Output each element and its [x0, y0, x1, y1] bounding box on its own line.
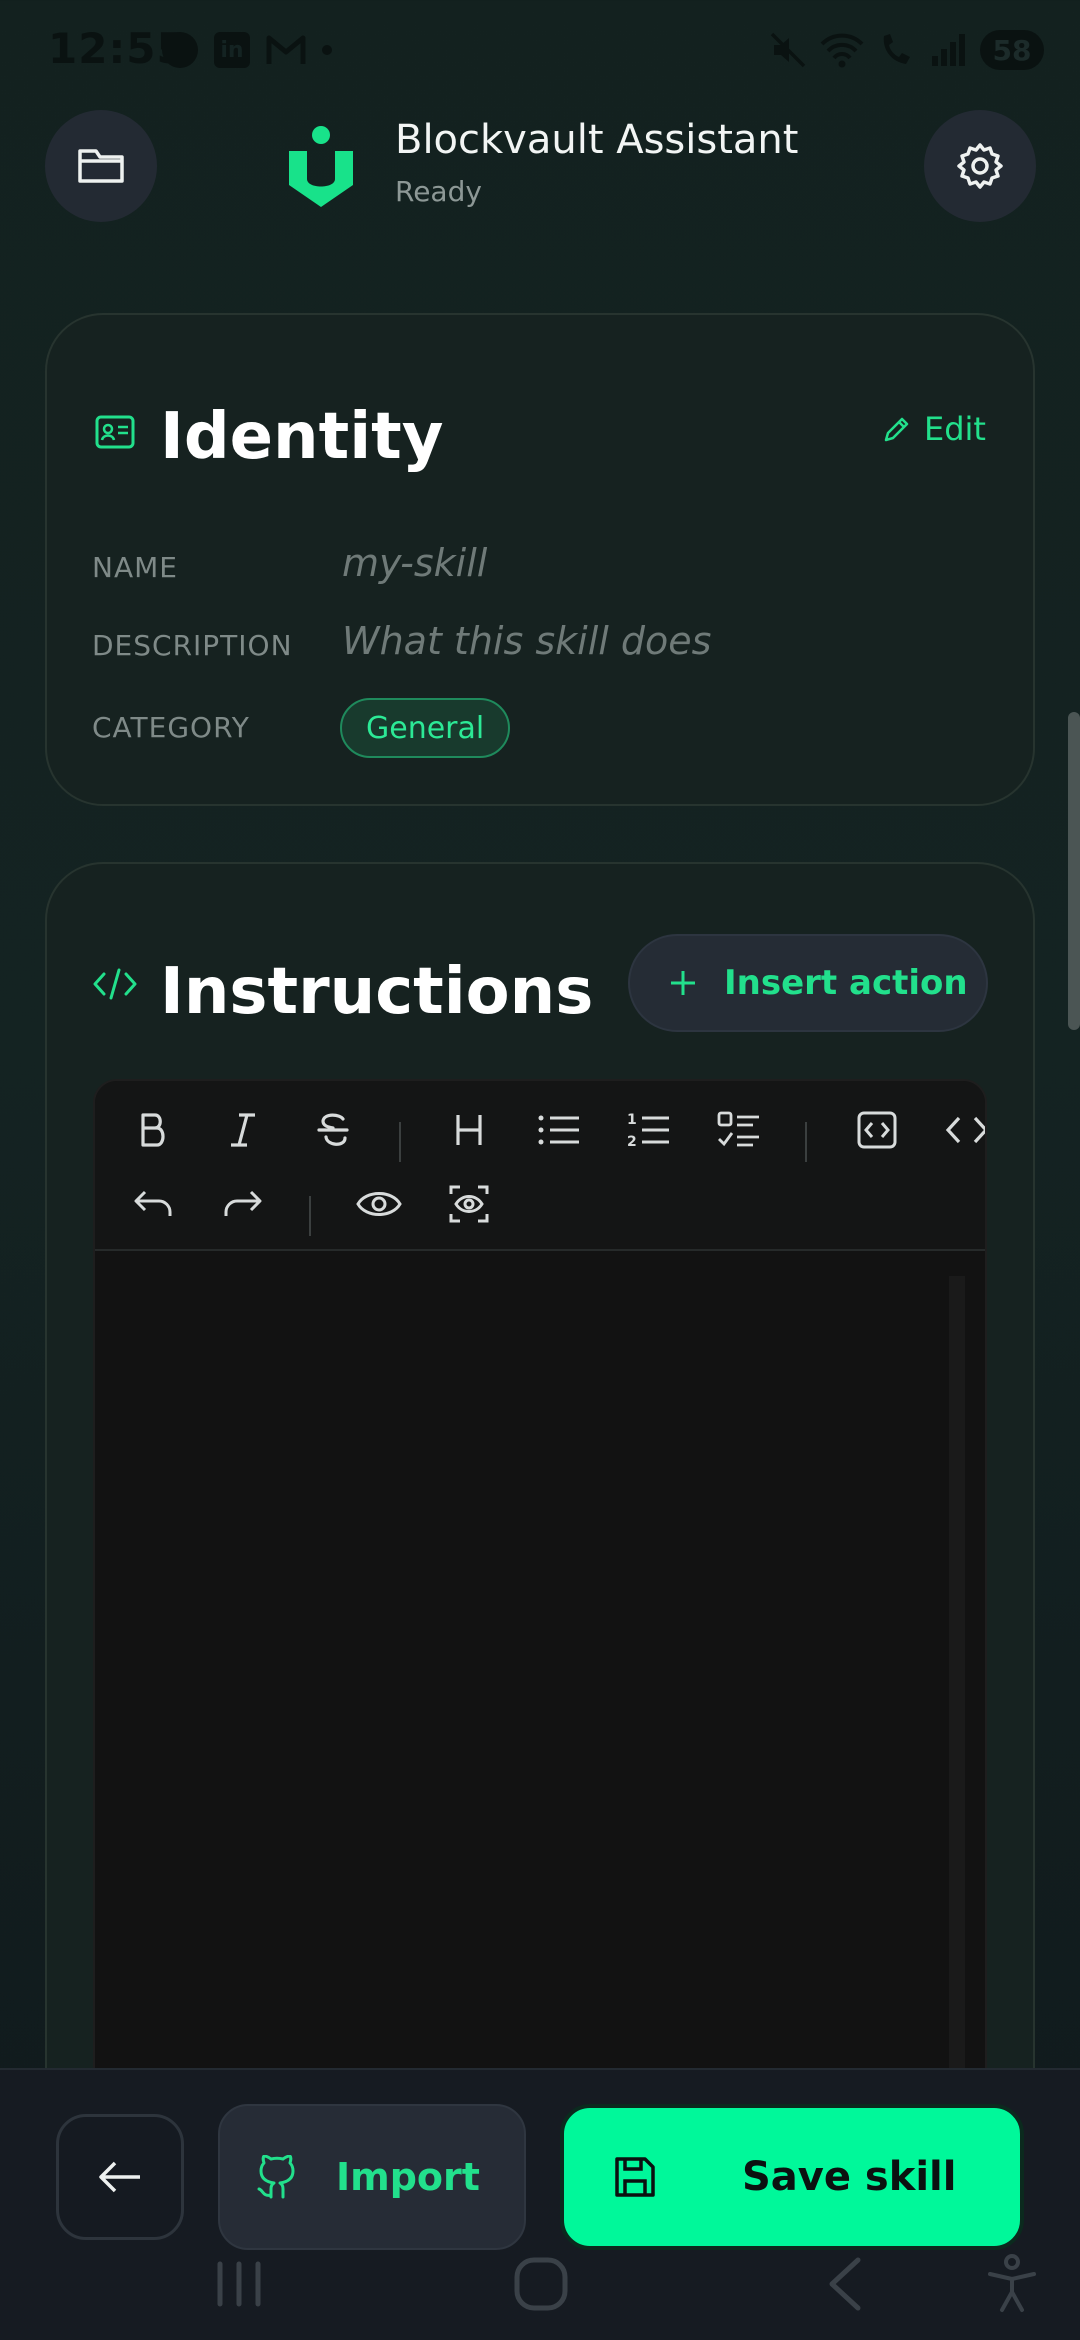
numbered-list-button[interactable]: 12: [617, 1098, 681, 1162]
name-label: NAME: [92, 551, 178, 584]
preview-button[interactable]: [347, 1172, 411, 1236]
system-icons: 58: [770, 28, 1044, 72]
app-status: Ready: [395, 175, 482, 208]
import-label: Import: [336, 2155, 480, 2199]
description-field[interactable]: What this skill does: [342, 619, 711, 663]
bullet-list-button[interactable]: [527, 1098, 591, 1162]
italic-button[interactable]: [211, 1098, 275, 1162]
heading-button[interactable]: [437, 1098, 501, 1162]
gmail-icon: [266, 35, 306, 64]
code-icon: [93, 968, 137, 1000]
edit-identity-button[interactable]: Edit: [882, 410, 986, 448]
plus-icon: [671, 971, 695, 995]
pencil-icon: [884, 417, 909, 442]
arrow-left-icon: [99, 2161, 140, 2193]
inline-code-button[interactable]: [935, 1098, 985, 1162]
folder-icon: [78, 149, 124, 183]
code-block-icon: [857, 1111, 897, 1149]
identity-title: Identity: [160, 400, 444, 474]
description-label: DESCRIPTION: [92, 629, 293, 662]
fullscreen-preview-button[interactable]: [437, 1172, 501, 1236]
italic-icon: [231, 1113, 255, 1147]
id-card-icon: [95, 415, 135, 449]
save-skill-button[interactable]: Save skill: [560, 2104, 1024, 2250]
category-chip[interactable]: General: [340, 698, 511, 758]
insert-action-button[interactable]: Insert action: [628, 934, 988, 1032]
redo-icon: [224, 1190, 262, 1216]
page-scrollbar[interactable]: [1068, 712, 1080, 1030]
redo-button[interactable]: [211, 1172, 275, 1236]
fullscreen-preview-icon: [449, 1185, 489, 1223]
nav-back-icon[interactable]: [822, 2254, 866, 2314]
save-skill-label: Save skill: [742, 2154, 957, 2200]
toolbar-divider: [309, 1196, 311, 1236]
toolbar-divider: [399, 1122, 401, 1162]
toolbar-divider: [805, 1122, 807, 1162]
gear-icon: [957, 143, 1003, 189]
svg-text:1: 1: [627, 1112, 637, 1128]
bullet-list-icon: [538, 1115, 579, 1145]
heading-icon: [456, 1115, 482, 1145]
github-icon: [257, 2155, 295, 2199]
checklist-button[interactable]: [707, 1098, 771, 1162]
bold-icon: [141, 1113, 165, 1147]
preview-icon: [356, 1192, 402, 1216]
wifi-icon: [820, 33, 864, 68]
app-title: Blockvault Assistant: [395, 117, 799, 163]
signal-icon: [932, 34, 965, 66]
wifi-calling-icon: [883, 34, 910, 64]
folder-button[interactable]: [45, 110, 157, 222]
strikethrough-button[interactable]: [301, 1098, 365, 1162]
edit-label: Edit: [924, 410, 986, 448]
mute-icon: [770, 32, 806, 68]
undo-icon: [134, 1190, 172, 1216]
app-logo-icon: [289, 126, 353, 207]
app-notification-icon: [162, 32, 198, 68]
name-field[interactable]: my-skill: [342, 541, 487, 585]
import-button[interactable]: Import: [218, 2104, 526, 2250]
battery-indicator: 58: [980, 30, 1044, 70]
settings-button[interactable]: [924, 110, 1036, 222]
numbered-list-icon: 12: [627, 1112, 669, 1150]
insert-action-label: Insert action: [724, 963, 968, 1003]
category-label: CATEGORY: [92, 711, 250, 744]
more-notifications-dot: [322, 45, 332, 55]
bold-button[interactable]: [121, 1098, 185, 1162]
recent-apps-icon[interactable]: [214, 2254, 264, 2314]
svg-text:2: 2: [627, 1134, 637, 1150]
editor-toolbar: 12: [95, 1081, 985, 1251]
floppy-disk-icon: [615, 2157, 655, 2197]
checklist-icon: [717, 1111, 759, 1147]
code-block-button[interactable]: [845, 1098, 909, 1162]
strikethrough-icon: [317, 1113, 349, 1146]
home-icon[interactable]: [512, 2254, 570, 2314]
linkedin-icon: in: [214, 32, 250, 68]
undo-button[interactable]: [121, 1172, 185, 1236]
back-button[interactable]: [56, 2114, 184, 2240]
accessibility-icon[interactable]: [986, 2254, 1038, 2314]
instructions-title: Instructions: [160, 955, 594, 1029]
notification-icons: in: [162, 30, 332, 70]
inline-code-icon: [945, 1116, 985, 1144]
